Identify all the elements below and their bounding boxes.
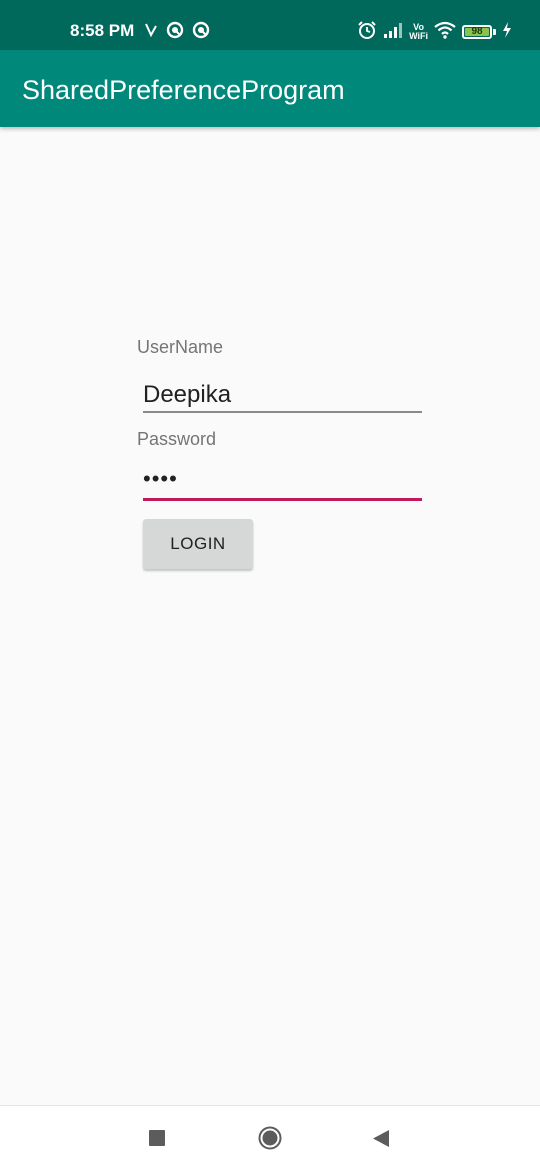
password-input[interactable]: •••• — [143, 464, 422, 501]
navigation-bar — [0, 1105, 540, 1171]
notification-circle-icon — [192, 21, 210, 44]
login-form: UserName Deepika Password •••• LOGIN — [137, 336, 427, 569]
app-bar: SharedPreferenceProgram — [0, 50, 540, 127]
username-field-wrap: Deepika — [143, 376, 422, 413]
charging-bolt-icon — [502, 21, 512, 43]
signal-slash-icon — [144, 22, 158, 43]
back-triangle-icon[interactable] — [372, 1129, 390, 1148]
status-right-icons: Vo WiFi 98 — [357, 20, 512, 44]
password-field-wrap: •••• — [143, 464, 422, 501]
cell-signal-icon — [383, 22, 403, 43]
username-input[interactable]: Deepika — [143, 376, 422, 413]
password-label: Password — [137, 429, 217, 449]
app-title: SharedPreferenceProgram — [22, 75, 345, 105]
alarm-icon — [357, 20, 377, 45]
battery-cap — [493, 29, 496, 35]
battery-level: 98 — [471, 26, 483, 37]
recents-square-icon[interactable] — [149, 1130, 165, 1146]
status-left-icons — [144, 21, 210, 43]
username-label: UserName — [137, 337, 224, 357]
notification-circle-icon — [166, 21, 184, 44]
vowifi-icon: Vo WiFi — [409, 23, 428, 41]
wifi-icon — [434, 21, 456, 44]
status-bar: 8:58 PM Vo WiFi 98 — [0, 0, 540, 50]
status-time: 8:58 PM — [70, 21, 135, 40]
home-circle-icon[interactable] — [258, 1126, 282, 1150]
login-button[interactable]: LOGIN — [143, 519, 253, 569]
vowifi-bottom-label: WiFi — [409, 31, 428, 41]
battery-icon: 98 — [462, 25, 492, 39]
